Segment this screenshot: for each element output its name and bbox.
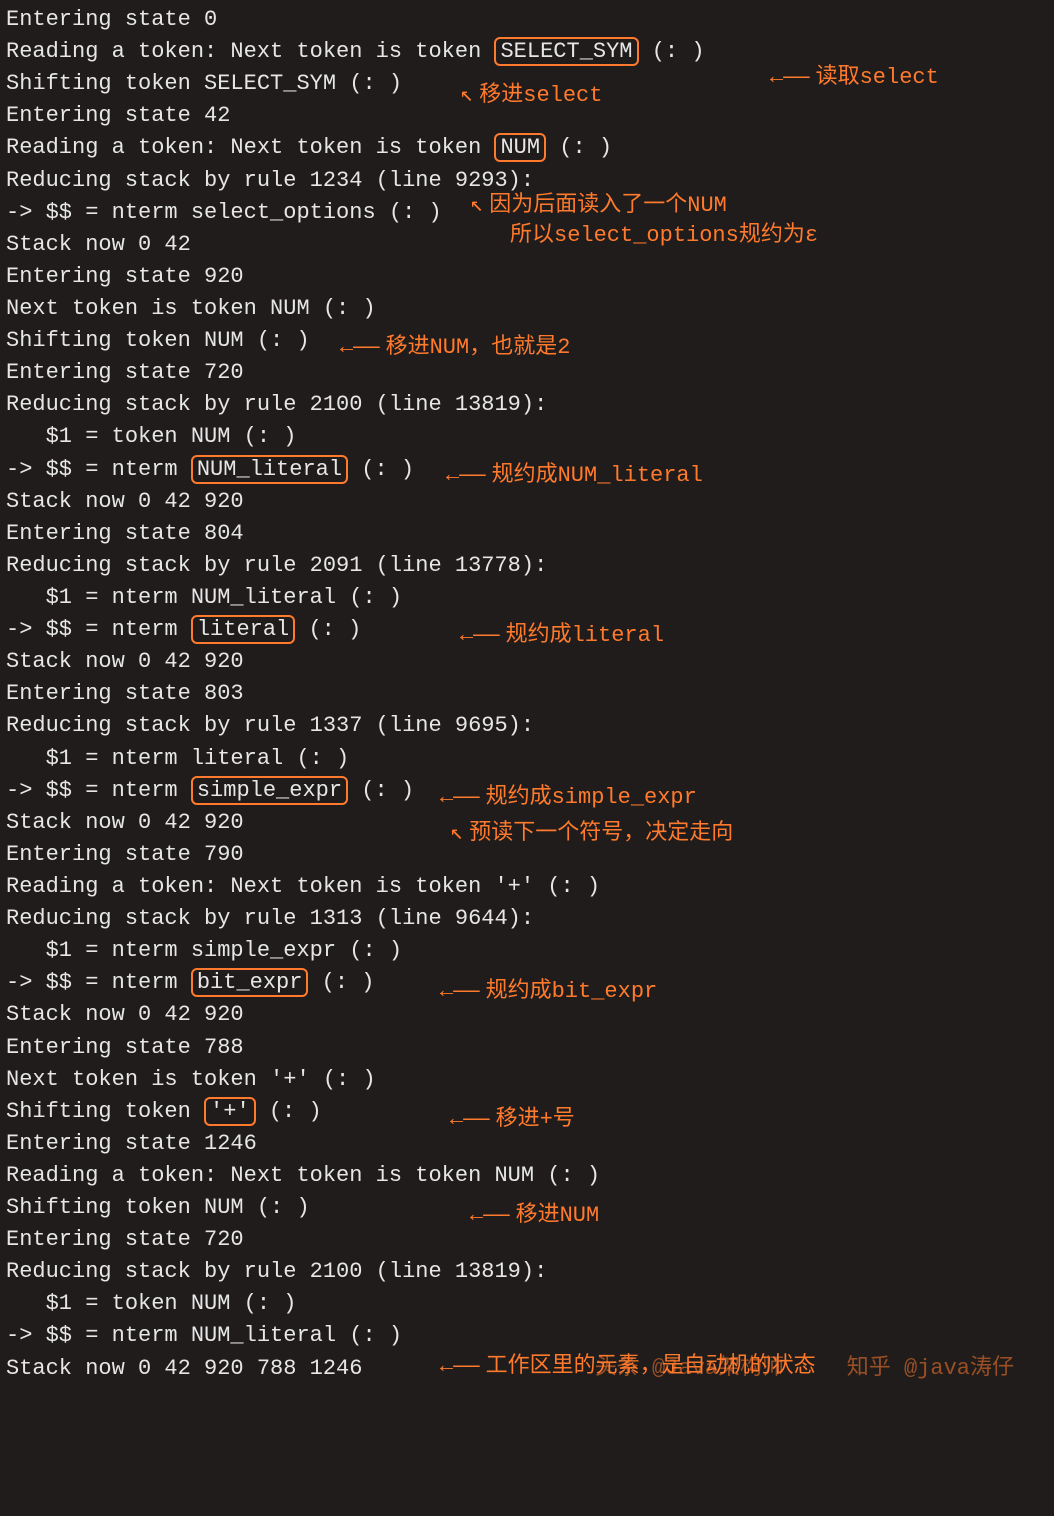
term-line: Entering state 803 [6, 678, 1048, 710]
arrow-left-icon: ←—— [440, 1354, 480, 1379]
term-line: Stack now 0 42 [6, 229, 1048, 261]
term-line: $1 = nterm simple_expr (: ) [6, 935, 1048, 967]
term-line: Stack now 0 42 920 [6, 807, 1048, 839]
highlight-select-sym: SELECT_SYM [494, 37, 638, 66]
watermark-1: 头条 @Java架构师 [595, 1353, 784, 1385]
arrow-left-icon: ←—— [460, 623, 500, 648]
terminal-output: Entering state 0 Reading a token: Next t… [0, 0, 1054, 1389]
term-line: Reading a token: Next token is token NUM… [6, 1160, 1048, 1192]
highlight-literal: literal [191, 615, 295, 644]
term-line: $1 = token NUM (: ) [6, 1288, 1048, 1320]
term-line: Next token is token NUM (: ) [6, 293, 1048, 325]
term-line: Entering state 720 [6, 1224, 1048, 1256]
term-line: -> $$ = nterm NUM_literal (: ) [6, 1320, 1048, 1352]
term-line: Entering state 920 [6, 261, 1048, 293]
term-line: Reading a token: Next token is token '+'… [6, 871, 1048, 903]
term-line: Entering state 720 [6, 357, 1048, 389]
term-line: Reducing stack by rule 1337 (line 9695): [6, 710, 1048, 742]
highlight-bit-expr: bit_expr [191, 968, 309, 997]
term-line: Entering state 0 [6, 4, 1048, 36]
term-line: Entering state 42 [6, 100, 1048, 132]
term-line: Stack now 0 42 920 [6, 999, 1048, 1031]
highlight-plus: '+' [204, 1097, 256, 1126]
arrow-left-icon: ←—— [446, 463, 486, 488]
term-line: Reading a token: Next token is token NUM… [6, 132, 1048, 164]
highlight-num: NUM [494, 133, 546, 162]
term-line: Entering state 788 [6, 1032, 1048, 1064]
term-line: Reducing stack by rule 2091 (line 13778)… [6, 550, 1048, 582]
term-line: Entering state 1246 [6, 1128, 1048, 1160]
term-line: $1 = nterm NUM_literal (: ) [6, 582, 1048, 614]
arrow-diag-icon: ↖ [470, 193, 483, 218]
highlight-num-literal: NUM_literal [191, 455, 348, 484]
term-line: Reducing stack by rule 2100 (line 13819)… [6, 389, 1048, 421]
highlight-simple-expr: simple_expr [191, 776, 348, 805]
term-line: Stack now 0 42 920 [6, 486, 1048, 518]
annotation-num-note: ↖因为后面读入了一个NUM [470, 190, 727, 222]
term-line: Reducing stack by rule 1313 (line 9644): [6, 903, 1048, 935]
watermark-2: 知乎 @java涛仔 [847, 1353, 1014, 1385]
term-line: Next token is token '+' (: ) [6, 1064, 1048, 1096]
term-line: Entering state 804 [6, 518, 1048, 550]
term-line: $1 = nterm literal (: ) [6, 743, 1048, 775]
term-line: Entering state 790 [6, 839, 1048, 871]
term-line: Reducing stack by rule 2100 (line 13819)… [6, 1256, 1048, 1288]
term-line: $1 = token NUM (: ) [6, 421, 1048, 453]
term-line: Stack now 0 42 920 [6, 646, 1048, 678]
